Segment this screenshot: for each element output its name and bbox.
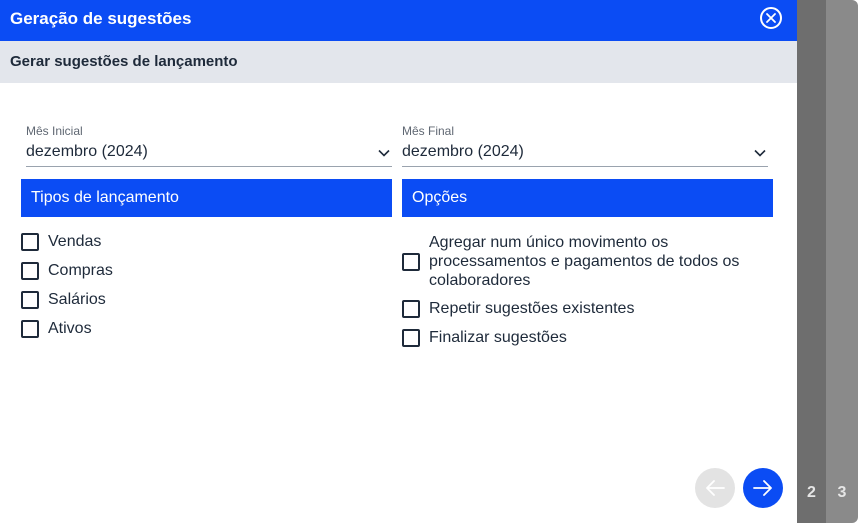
checkbox-finalize[interactable]: Finalizar sugestões — [402, 328, 567, 347]
stack-number-2: 2 — [807, 484, 816, 501]
arrow-left-icon — [706, 480, 725, 496]
checkbox-box[interactable] — [21, 290, 39, 309]
start-month-select[interactable]: Mês Inicial dezembro (2024) — [26, 124, 392, 167]
options-section-header: Opções — [402, 179, 773, 217]
checkbox-box[interactable] — [402, 252, 420, 271]
checkbox-box[interactable] — [402, 328, 420, 347]
checkbox-label: Finalizar sugestões — [429, 329, 567, 346]
checkbox-label: Vendas — [48, 233, 102, 250]
dialog-titlebar: Geração de sugestões — [0, 0, 797, 41]
chevron-down-icon — [378, 149, 390, 157]
checkbox-label: Repetir sugestões existentes — [429, 300, 635, 317]
checkbox-repeat-existing[interactable]: Repetir sugestões existentes — [402, 299, 634, 318]
stack-number-3: 3 — [837, 484, 847, 501]
dialog-title: Geração de sugestões — [10, 9, 192, 28]
end-month-label: Mês Final — [402, 124, 455, 138]
checkbox-label: Ativos — [48, 320, 92, 337]
checkbox-box[interactable] — [21, 319, 39, 338]
end-month-select[interactable]: Mês Final dezembro (2024) — [402, 124, 768, 167]
checkbox-label: Compras — [48, 262, 113, 279]
end-month-value: dezembro (2024) — [402, 143, 524, 160]
stacked-dialog-3[interactable]: 3 — [826, 0, 858, 523]
checkbox-vendas[interactable]: Vendas — [21, 232, 101, 251]
previous-button[interactable] — [695, 468, 735, 508]
next-button[interactable] — [743, 468, 783, 508]
checkbox-box[interactable] — [402, 299, 420, 318]
dialog-subheader: Gerar sugestões de lançamento — [0, 41, 797, 83]
checkbox-box[interactable] — [21, 232, 39, 251]
checkbox-salarios[interactable]: Salários — [21, 290, 106, 309]
checkbox-box[interactable] — [21, 261, 39, 280]
dialog-subtitle: Gerar sugestões de lançamento — [10, 53, 238, 70]
chevron-down-icon — [754, 149, 766, 157]
checkbox-aggregate-movement[interactable]: Agregar num único movimento os processam… — [402, 233, 762, 290]
close-button[interactable] — [760, 7, 782, 29]
stacked-dialog-2[interactable]: 2 — [797, 0, 826, 523]
start-month-label: Mês Inicial — [26, 124, 83, 138]
types-section-header: Tipos de lançamento — [21, 179, 392, 217]
start-month-value: dezembro (2024) — [26, 143, 148, 160]
close-icon — [766, 13, 776, 23]
checkbox-compras[interactable]: Compras — [21, 261, 113, 280]
checkbox-ativos[interactable]: Ativos — [21, 319, 92, 338]
checkbox-label: Agregar num único movimento os processam… — [429, 234, 740, 289]
checkbox-label: Salários — [48, 291, 106, 308]
arrow-right-icon — [753, 480, 772, 496]
suggestions-dialog: Geração de sugestões Gerar sugestões de … — [0, 0, 797, 519]
